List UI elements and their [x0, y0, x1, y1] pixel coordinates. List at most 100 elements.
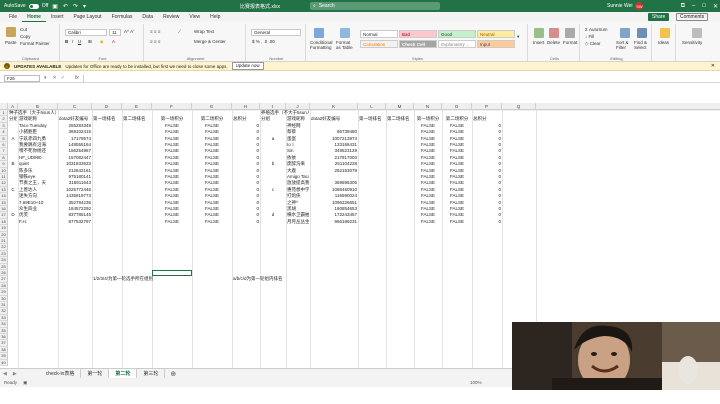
search-box[interactable]: ⌕ Search: [310, 2, 440, 10]
formula-input[interactable]: [82, 74, 716, 82]
cell[interactable]: 第二场排名: [123, 116, 151, 122]
fill-button[interactable]: ↓ Fill: [585, 34, 594, 39]
redo-icon[interactable]: ↷: [72, 3, 79, 10]
column-header[interactable]: N: [414, 103, 442, 110]
select-all-corner[interactable]: [0, 103, 8, 110]
cell[interactable]: 第二场排名: [387, 116, 413, 122]
cell[interactable]: 0: [473, 219, 501, 225]
number-format-select[interactable]: General: [251, 29, 301, 36]
delete-cells-icon[interactable]: [549, 28, 559, 38]
ideas-button[interactable]: Ideas: [658, 40, 669, 45]
clear-button[interactable]: ◇ Clear: [585, 41, 600, 47]
column-header[interactable]: P: [472, 103, 502, 110]
cell[interactable]: C: [9, 187, 17, 193]
paste-button[interactable]: Paste: [5, 40, 17, 45]
active-cell[interactable]: [152, 270, 192, 277]
cell[interactable]: a/b/c/d为第一轮组内排名: [233, 276, 309, 282]
cancel-icon[interactable]: ✕: [53, 75, 57, 81]
cell[interactable]: 0: [233, 219, 259, 225]
cell[interactable]: 月月丛丛生: [287, 219, 309, 225]
maximize-icon[interactable]: □: [702, 3, 706, 9]
font-color-icon[interactable]: A: [112, 39, 115, 44]
save-icon[interactable]: ▣: [51, 3, 59, 10]
insert-cells-icon[interactable]: [534, 28, 544, 38]
conditional-formatting-button[interactable]: Conditional Formatting: [310, 40, 334, 50]
column-header[interactable]: E: [122, 103, 152, 110]
ideas-icon[interactable]: [660, 28, 670, 38]
cell[interactable]: 分组: [9, 116, 17, 122]
close-icon[interactable]: ✕: [713, 3, 718, 10]
avatar[interactable]: SW: [635, 2, 644, 10]
cell[interactable]: c: [261, 187, 285, 193]
menu-insert[interactable]: Insert: [46, 12, 69, 22]
fill-color-icon[interactable]: ◆: [100, 39, 103, 45]
scroll-right-icon[interactable]: ▶: [10, 371, 20, 377]
cell[interactable]: 1/2/3/4/为第一轮选手所在组别: [93, 276, 191, 282]
sort-filter-button[interactable]: Sort & Filter: [616, 40, 632, 50]
borders-icon[interactable]: ⊞: [88, 39, 92, 45]
column-header[interactable]: B: [18, 103, 58, 110]
format-as-table-button[interactable]: Format as Table: [336, 40, 356, 50]
cell[interactable]: D: [9, 212, 17, 218]
cell[interactable]: d: [261, 212, 285, 218]
column-header[interactable]: M: [386, 103, 414, 110]
undo-icon[interactable]: ↶: [62, 3, 69, 10]
sensitivity-icon[interactable]: [692, 28, 702, 38]
styles-more-icon[interactable]: ▾: [517, 34, 519, 40]
cell[interactable]: 第一场排名: [93, 116, 121, 122]
column-header[interactable]: G: [192, 103, 232, 110]
tab-round-3[interactable]: 第三轮: [137, 368, 166, 379]
menu-data[interactable]: Data: [137, 12, 158, 22]
currency-icon[interactable]: $ % , .0 .00: [252, 39, 275, 44]
column-header[interactable]: C: [58, 103, 92, 110]
column-header[interactable]: A: [8, 103, 18, 110]
cell[interactable]: 966189231: [311, 219, 357, 225]
scroll-left-icon[interactable]: ◀: [0, 371, 10, 377]
fx-icon[interactable]: fx: [75, 75, 79, 81]
column-header[interactable]: D: [92, 103, 122, 110]
enter-icon[interactable]: ✓: [61, 75, 65, 81]
style-neutral[interactable]: Neutral: [477, 30, 515, 38]
menu-help[interactable]: Help: [205, 12, 225, 22]
style-bad[interactable]: Bad: [399, 30, 437, 38]
comments-button[interactable]: Comments: [676, 13, 709, 21]
format-as-table-icon[interactable]: [340, 28, 350, 38]
find-select-icon[interactable]: [637, 28, 647, 38]
autosum-button[interactable]: Σ AutoSum: [585, 27, 608, 32]
cell[interactable]: 分组: [261, 116, 285, 122]
cell[interactable]: A: [9, 136, 17, 142]
customize-qat-icon[interactable]: ▾: [82, 3, 87, 10]
format-cells-icon[interactable]: [565, 28, 575, 38]
name-box[interactable]: F26: [4, 74, 40, 82]
cut-button[interactable]: Cut: [20, 27, 27, 32]
style-normal[interactable]: Normal: [360, 30, 398, 38]
column-header[interactable]: H: [232, 103, 260, 110]
underline-icon[interactable]: U: [78, 39, 81, 44]
autosave-toggle[interactable]: [28, 3, 39, 9]
tab-check-in[interactable]: check-in表格: [40, 368, 82, 379]
bold-icon[interactable]: B: [65, 39, 68, 44]
cell[interactable]: b: [261, 161, 285, 167]
column-header[interactable]: F: [152, 103, 192, 110]
column-header[interactable]: J: [286, 103, 310, 110]
namebox-dropdown-icon[interactable]: ▾: [44, 75, 47, 81]
style-input[interactable]: Input: [477, 40, 515, 48]
user-area[interactable]: Sunnie Wei SW: [607, 0, 644, 12]
column-header[interactable]: O: [442, 103, 472, 110]
wrap-text-button[interactable]: Wrap Text: [194, 29, 214, 34]
sensitivity-button[interactable]: Sensitivity: [682, 40, 702, 45]
delete-cells-button[interactable]: Delete: [547, 40, 560, 45]
italic-icon[interactable]: I: [72, 39, 73, 44]
add-sheet-icon[interactable]: ⊕: [165, 370, 181, 378]
ribbon-display-icon[interactable]: ⧉: [681, 3, 685, 10]
cell[interactable]: a: [261, 136, 285, 142]
font-name-select[interactable]: Calibri: [65, 29, 107, 36]
menu-review[interactable]: Review: [158, 12, 184, 22]
style-check-cell[interactable]: Check Cell: [399, 40, 437, 48]
style-explanatory[interactable]: Explanatory ...: [438, 40, 476, 48]
conditional-formatting-icon[interactable]: [314, 28, 324, 38]
cell[interactable]: FALSE: [443, 219, 471, 225]
cell[interactable]: F.H.: [19, 219, 57, 225]
cell[interactable]: 第一场排名: [359, 116, 385, 122]
row-header[interactable]: 40: [0, 359, 8, 366]
